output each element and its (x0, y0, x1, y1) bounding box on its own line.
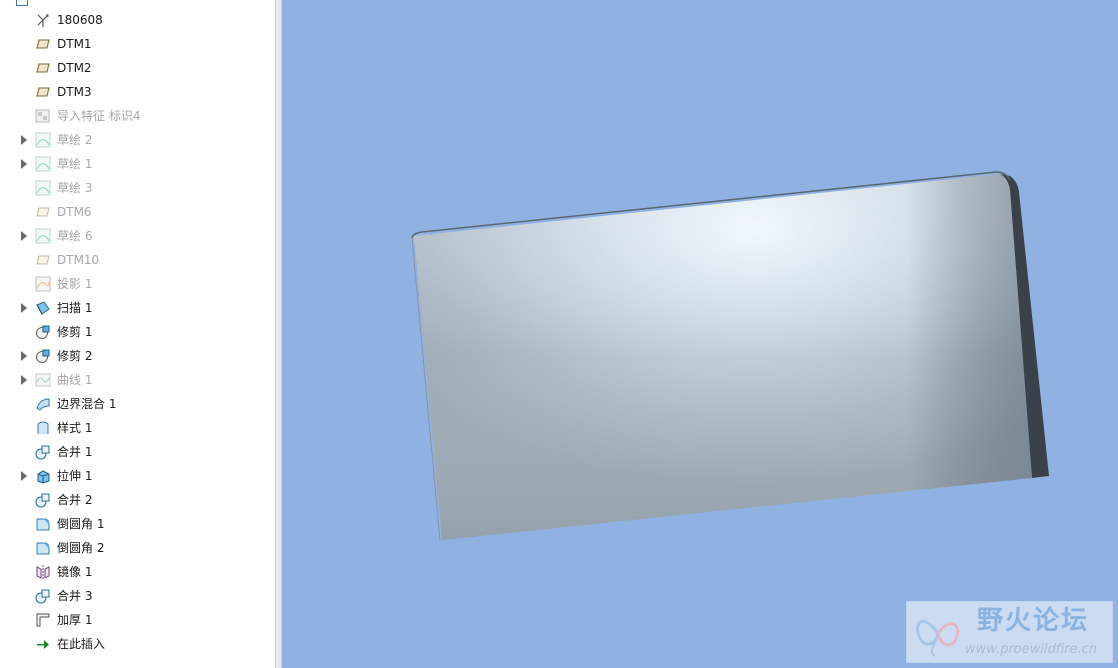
trim-icon (36, 349, 50, 363)
model-tree-item[interactable]: DTM1 (0, 32, 275, 56)
watermark-url: www.proewildfire.cn (965, 642, 1098, 657)
model-tree-panel: 180608 DTM1 DTM2 DTM3 导入特征 标识4 草绘 2 草绘 1 草绘 3 DT… (0, 0, 275, 668)
model-tree-item-label: 样式 1 (57, 421, 93, 435)
model-tree-item[interactable]: 在此插入 (0, 632, 275, 656)
round-icon (36, 542, 50, 555)
model-tree-item[interactable]: 草绘 3 (0, 176, 275, 200)
model-tree-item[interactable]: 镜像 1 (0, 560, 275, 584)
trim-icon (36, 325, 50, 339)
panel-splitter[interactable] (275, 0, 282, 668)
model-tree-item-label: DTM6 (57, 205, 92, 219)
model-tree-item-label: 草绘 1 (57, 157, 93, 171)
model-tree-item-label: 加厚 1 (57, 613, 93, 627)
curve-icon (35, 373, 51, 387)
boundary-blend-icon (36, 398, 50, 411)
expand-arrow-icon[interactable] (21, 351, 27, 361)
sketch-icon (35, 132, 51, 148)
model-tree-item-label: 倒圆角 1 (57, 517, 105, 531)
model-tree-item[interactable]: 边界混合 1 (0, 392, 275, 416)
insert-here-arrow-icon (37, 640, 49, 649)
expand-arrow-icon[interactable] (21, 231, 27, 241)
model-tree-item-label: 草绘 3 (57, 181, 93, 195)
model-tree-item-label: 边界混合 1 (57, 397, 117, 411)
model-tree-item-label: 合并 1 (57, 445, 93, 459)
datum-plane-icon (36, 87, 50, 97)
datum-plane-icon (36, 63, 50, 73)
model-tree-item[interactable]: 倒圆角 1 (0, 512, 275, 536)
model-tree-item-label: 在此插入 (57, 637, 106, 651)
datum-plane-icon (36, 39, 50, 49)
model-tree-item[interactable]: DTM10 (0, 248, 275, 272)
model-tree-item-label: 曲线 1 (57, 373, 93, 387)
butterfly-logo-icon (916, 620, 960, 657)
expand-arrow-icon[interactable] (21, 303, 27, 313)
merge-icon (35, 493, 50, 508)
model-tree-item-label: 修剪 2 (57, 349, 93, 363)
model-tree-item[interactable]: 合并 1 (0, 440, 275, 464)
model-tree-item[interactable]: 草绘 2 (0, 128, 275, 152)
model-tree-item[interactable]: DTM2 (0, 56, 275, 80)
mirror-icon (36, 565, 50, 579)
model-tree-item-label: DTM3 (57, 85, 92, 99)
model-tree-item-label: 投影 1 (57, 277, 93, 291)
projection-icon (35, 276, 51, 292)
model-tree-item[interactable]: 合并 2 (0, 488, 275, 512)
model-tree-item[interactable]: DTM3 (0, 80, 275, 104)
model-tree-item-label: DTM2 (57, 61, 92, 75)
model-tree-item-label: 修剪 1 (57, 325, 93, 339)
model-tree-item[interactable]: 倒圆角 2 (0, 536, 275, 560)
import-feature-icon (35, 109, 50, 123)
model-tree-item[interactable]: 草绘 6 (0, 224, 275, 248)
forum-watermark: 野火论坛 www.proewildfire.cn (906, 601, 1113, 663)
model-tree-item-label: 倒圆角 2 (57, 541, 105, 555)
model-tree-item[interactable]: 曲线 1 (0, 368, 275, 392)
expand-arrow-icon[interactable] (21, 375, 27, 385)
model-tree-item[interactable]: 修剪 2 (0, 344, 275, 368)
merge-icon (35, 589, 50, 604)
watermark-title: 野火论坛 (977, 606, 1090, 636)
model-tree-item-label: 扫描 1 (57, 301, 93, 315)
thicken-icon (36, 613, 50, 627)
model-tree-item-label: 镜像 1 (57, 565, 93, 579)
part-node-icon[interactable] (16, 0, 28, 6)
model-tree-item[interactable]: 合并 3 (0, 584, 275, 608)
sketch-icon (35, 180, 51, 196)
sketch-icon (35, 156, 51, 172)
model-tree-item-label: 合并 3 (57, 589, 93, 603)
model-tree-item-label: DTM10 (57, 253, 100, 267)
extrude-icon (37, 470, 50, 484)
datum-plane-icon (36, 255, 50, 265)
model-tree-item-label: 草绘 2 (57, 133, 93, 147)
model-tree-item[interactable]: 修剪 1 (0, 320, 275, 344)
3d-model[interactable] (282, 0, 1118, 668)
model-tree-item[interactable]: 投影 1 (0, 272, 275, 296)
sketch-icon (35, 228, 51, 244)
round-icon (36, 518, 50, 531)
model-tree-item-label: 拉伸 1 (57, 469, 93, 483)
model-tree-item[interactable]: 导入特征 标识4 (0, 104, 275, 128)
model-tree-item[interactable]: 180608 (0, 8, 275, 32)
expand-arrow-icon[interactable] (21, 159, 27, 169)
model-tree-item-label: 180608 (57, 13, 103, 27)
model-tree-item[interactable]: 草绘 1 (0, 152, 275, 176)
expand-arrow-icon[interactable] (21, 471, 27, 481)
coordinate-system-icon (37, 14, 49, 27)
expand-arrow-icon[interactable] (21, 135, 27, 145)
style-icon (37, 421, 49, 434)
model-tree-item[interactable]: 扫描 1 (0, 296, 275, 320)
model-tree-item-label: 合并 2 (57, 493, 93, 507)
model-tree-item[interactable]: 拉伸 1 (0, 464, 275, 488)
sweep-icon (36, 301, 50, 315)
datum-plane-icon (36, 207, 50, 217)
model-tree-item-label: DTM1 (57, 37, 92, 51)
model-tree-item[interactable]: 样式 1 (0, 416, 275, 440)
model-tree-item[interactable]: 加厚 1 (0, 608, 275, 632)
model-tree-item[interactable]: DTM6 (0, 200, 275, 224)
graphics-viewport[interactable] (282, 0, 1118, 668)
model-tree-item-label: 导入特征 标识4 (57, 109, 141, 123)
merge-icon (35, 445, 50, 460)
model-tree-item-label: 草绘 6 (57, 229, 93, 243)
